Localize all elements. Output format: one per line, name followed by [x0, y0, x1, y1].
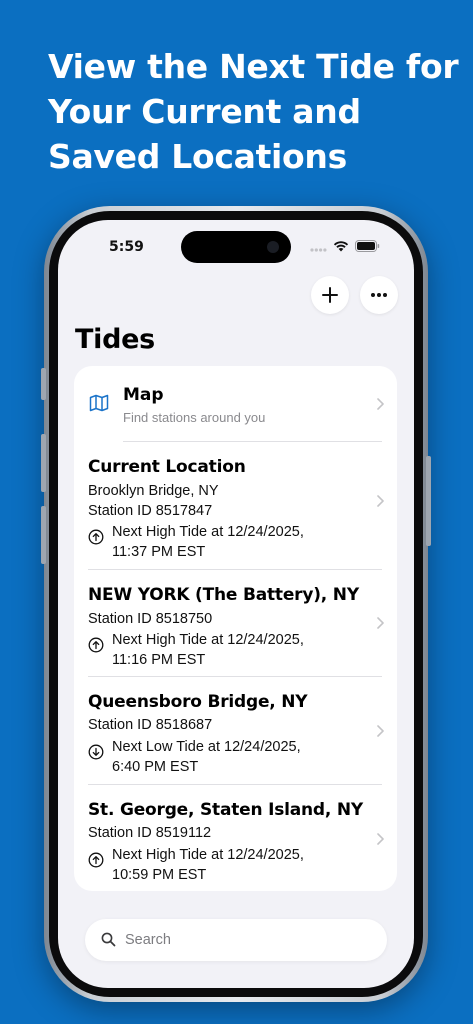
headline-line-2: Your Current and: [48, 92, 361, 131]
plus-icon: [322, 287, 338, 303]
arrow-up-circle-icon: [88, 529, 104, 545]
station-id: Station ID 8517847: [88, 503, 213, 519]
location-name: St. George, Staten Island, NY: [88, 800, 364, 820]
next-tide-line-2: 11:16 PM EST: [112, 652, 206, 668]
location-row-st-george[interactable]: St. George, Staten Island, NY Station ID…: [74, 784, 397, 891]
next-tide-text: Next High Tide at 12/24/2025, 11:16 PM E…: [112, 630, 304, 670]
location-row-the-battery[interactable]: NEW YORK (The Battery), NY Station ID 85…: [74, 569, 397, 676]
phone-screen: 5:59 Tides Map Find stations around you …: [58, 220, 414, 988]
chevron-right-icon: [377, 495, 384, 507]
next-tide-line-1: Next High Tide at 12/24/2025,: [112, 524, 304, 540]
next-tide-line-1: Next Low Tide at 12/24/2025,: [112, 739, 301, 755]
station-id: Station ID 8518687: [88, 717, 213, 733]
next-tide-line-2: 6:40 PM EST: [112, 759, 199, 775]
location-name: Queensboro Bridge, NY: [88, 692, 308, 712]
next-tide-text: Next High Tide at 12/24/2025, 10:59 PM E…: [112, 845, 304, 885]
chevron-right-icon: [377, 833, 384, 845]
arrow-down-circle-icon: [88, 744, 104, 760]
cellular-signal-icon: [310, 247, 327, 252]
location-row-queensboro-bridge[interactable]: Queensboro Bridge, NY Station ID 8518687…: [74, 676, 397, 784]
arrow-up-circle-icon: [88, 852, 104, 868]
search-bar[interactable]: Search: [85, 919, 387, 961]
ellipsis-icon: [371, 293, 387, 297]
arrow-up-circle-icon: [88, 637, 104, 653]
add-location-button[interactable]: [311, 276, 349, 314]
chevron-right-icon: [377, 617, 384, 629]
map-icon: [89, 394, 109, 412]
front-camera: [267, 241, 279, 253]
station-id: Station ID 8518750: [88, 611, 213, 627]
wifi-icon: [333, 241, 349, 252]
location-row-current[interactable]: Current Location Brooklyn Bridge, NY Sta…: [74, 441, 397, 569]
locations-list: Map Find stations around you Current Loc…: [74, 366, 397, 891]
headline-line-1: View the Next Tide for: [48, 47, 459, 86]
promo-canvas: View the Next Tide for Your Current and …: [0, 0, 473, 1024]
next-tide-text: Next High Tide at 12/24/2025, 11:37 PM E…: [112, 522, 304, 562]
search-icon: [101, 932, 116, 947]
phone-frame: 5:59 Tides Map Find stations around you …: [41, 206, 431, 1002]
location-detail: Brooklyn Bridge, NY: [88, 483, 219, 499]
phone-volume-down-button: [41, 506, 46, 564]
chevron-right-icon: [377, 398, 384, 410]
phone-action-button: [41, 368, 46, 400]
promo-headline: View the Next Tide for Your Current and …: [48, 44, 459, 179]
next-tide-line-1: Next High Tide at 12/24/2025,: [112, 632, 304, 648]
next-tide-line-2: 10:59 PM EST: [112, 867, 207, 883]
page-title: Tides: [75, 324, 155, 355]
status-time: 5:59: [109, 239, 144, 255]
next-tide-line-2: 11:37 PM EST: [112, 544, 206, 560]
status-indicators: [310, 240, 380, 252]
dynamic-island: [181, 231, 291, 263]
next-tide-line-1: Next High Tide at 12/24/2025,: [112, 847, 304, 863]
location-name: Current Location: [88, 457, 246, 477]
battery-icon: [355, 240, 380, 252]
location-name: NEW YORK (The Battery), NY: [88, 585, 359, 605]
station-id: Station ID 8519112: [88, 825, 212, 841]
next-tide-text: Next Low Tide at 12/24/2025, 6:40 PM EST: [112, 737, 301, 777]
chevron-right-icon: [377, 725, 384, 737]
map-row[interactable]: Map Find stations around you: [74, 366, 397, 441]
phone-volume-up-button: [41, 434, 46, 492]
search-input[interactable]: Search: [125, 932, 171, 948]
map-subtitle: Find stations around you: [123, 410, 266, 425]
map-title: Map: [123, 385, 164, 405]
more-options-button[interactable]: [360, 276, 398, 314]
headline-line-3: Saved Locations: [48, 137, 347, 176]
phone-side-button: [426, 456, 431, 546]
